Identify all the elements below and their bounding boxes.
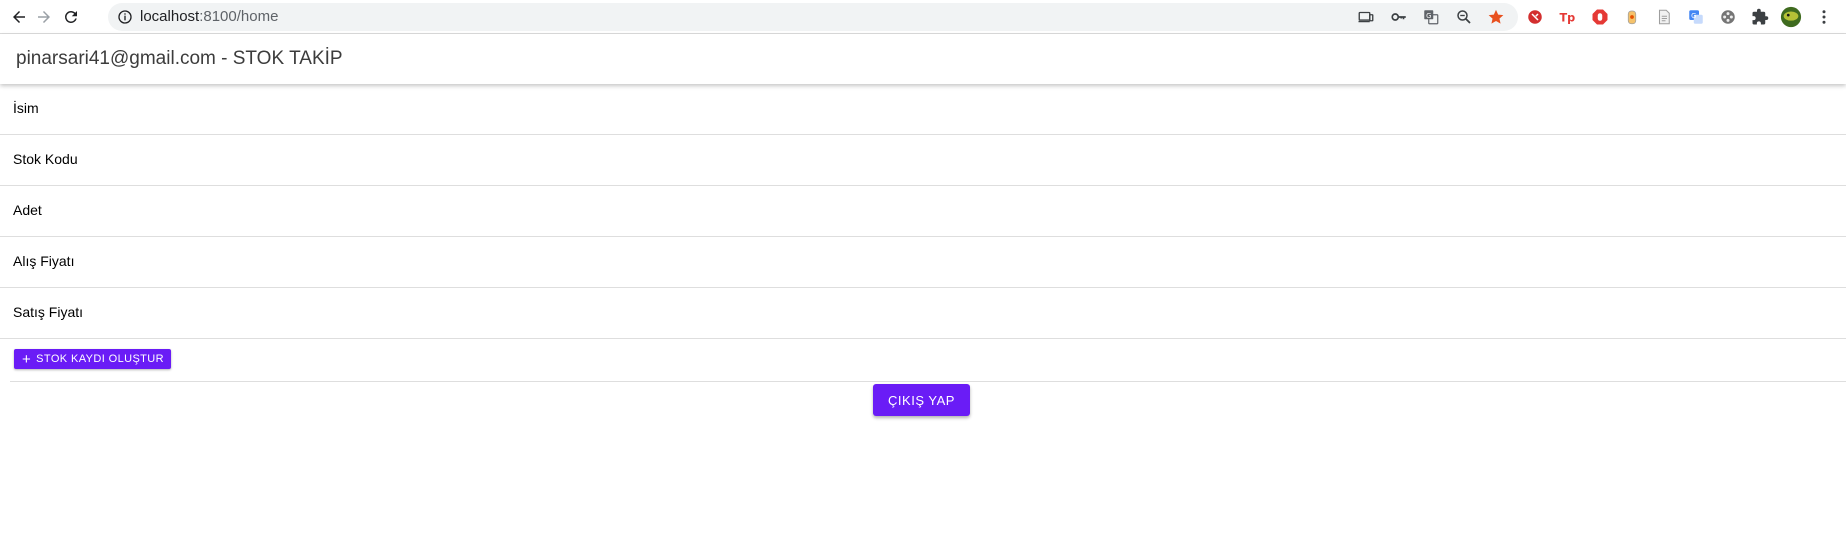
svg-text:G: G — [1691, 12, 1696, 20]
create-stock-label: STOK KAYDI OLUŞTUR — [36, 353, 164, 365]
field-label-sale-price: Satış Fiyatı — [13, 304, 84, 320]
stock-form: İsim Stok Kodu Adet Alış Fiyatı Satış Fi… — [0, 84, 1846, 382]
ext-bottle-icon[interactable] — [1620, 5, 1644, 29]
svg-text:Tp: Tp — [1560, 12, 1576, 25]
field-stock-code[interactable]: Stok Kodu — [0, 135, 1846, 186]
field-label-stock-code: Stok Kodu — [13, 151, 78, 167]
forward-button[interactable] — [31, 4, 57, 30]
create-row: + STOK KAYDI OLUŞTUR — [10, 339, 1846, 382]
field-name[interactable]: İsim — [0, 84, 1846, 135]
field-quantity[interactable]: Adet — [0, 186, 1846, 237]
menu-dots-icon[interactable] — [1812, 5, 1836, 29]
translate-icon[interactable]: G — [1419, 5, 1443, 29]
plus-icon: + — [22, 350, 32, 368]
reload-icon — [64, 10, 77, 23]
sale-price-input[interactable] — [140, 296, 1820, 330]
purchase-price-input[interactable] — [140, 245, 1820, 279]
name-input[interactable] — [140, 92, 1820, 126]
field-label-name: İsim — [13, 100, 39, 116]
ext-doc-icon[interactable] — [1652, 5, 1676, 29]
ext-stop-icon[interactable] — [1588, 5, 1612, 29]
logout-button[interactable]: ÇIKIŞ YAP — [873, 384, 970, 416]
browser-toolbar: localhost:8100/home G Tp G — [0, 0, 1846, 34]
ext-film-icon[interactable] — [1716, 5, 1740, 29]
stock-code-input[interactable] — [140, 143, 1820, 177]
quantity-input[interactable] — [140, 194, 1820, 228]
address-bar[interactable]: localhost:8100/home — [108, 3, 1518, 31]
svg-text:G: G — [1426, 12, 1431, 20]
reload-button[interactable] — [58, 4, 84, 30]
field-sale-price[interactable]: Satış Fiyatı — [0, 288, 1846, 339]
ext-translate-blue-icon[interactable]: G — [1684, 5, 1708, 29]
back-button[interactable] — [6, 4, 32, 30]
field-label-purchase-price: Alış Fiyatı — [13, 253, 75, 269]
zoom-out-icon[interactable] — [1452, 5, 1476, 29]
puzzle-icon[interactable] — [1748, 5, 1772, 29]
profile-avatar-icon[interactable] — [1779, 5, 1803, 29]
key-icon[interactable] — [1387, 5, 1411, 29]
cast-icon[interactable] — [1354, 5, 1378, 29]
page-title: pinarsari41@gmail.com - STOK TAKİP — [16, 48, 343, 69]
star-icon[interactable] — [1484, 5, 1508, 29]
info-icon[interactable] — [117, 9, 133, 25]
field-purchase-price[interactable]: Alış Fiyatı — [0, 237, 1846, 288]
ext-tp-icon[interactable]: Tp — [1555, 5, 1579, 29]
field-label-quantity: Adet — [13, 202, 42, 218]
url-path: :8100/home — [199, 8, 279, 25]
url-text[interactable]: localhost:8100/home — [140, 8, 278, 26]
arrow-right-icon — [38, 11, 50, 23]
logout-label: ÇIKIŞ YAP — [888, 392, 955, 408]
arrow-left-icon — [13, 11, 25, 23]
url-host: localhost — [140, 8, 200, 25]
create-stock-button[interactable]: + STOK KAYDI OLUŞTUR — [14, 349, 171, 369]
ext-red-icon[interactable] — [1523, 5, 1547, 29]
app-header: pinarsari41@gmail.com - STOK TAKİP — [0, 34, 1846, 84]
